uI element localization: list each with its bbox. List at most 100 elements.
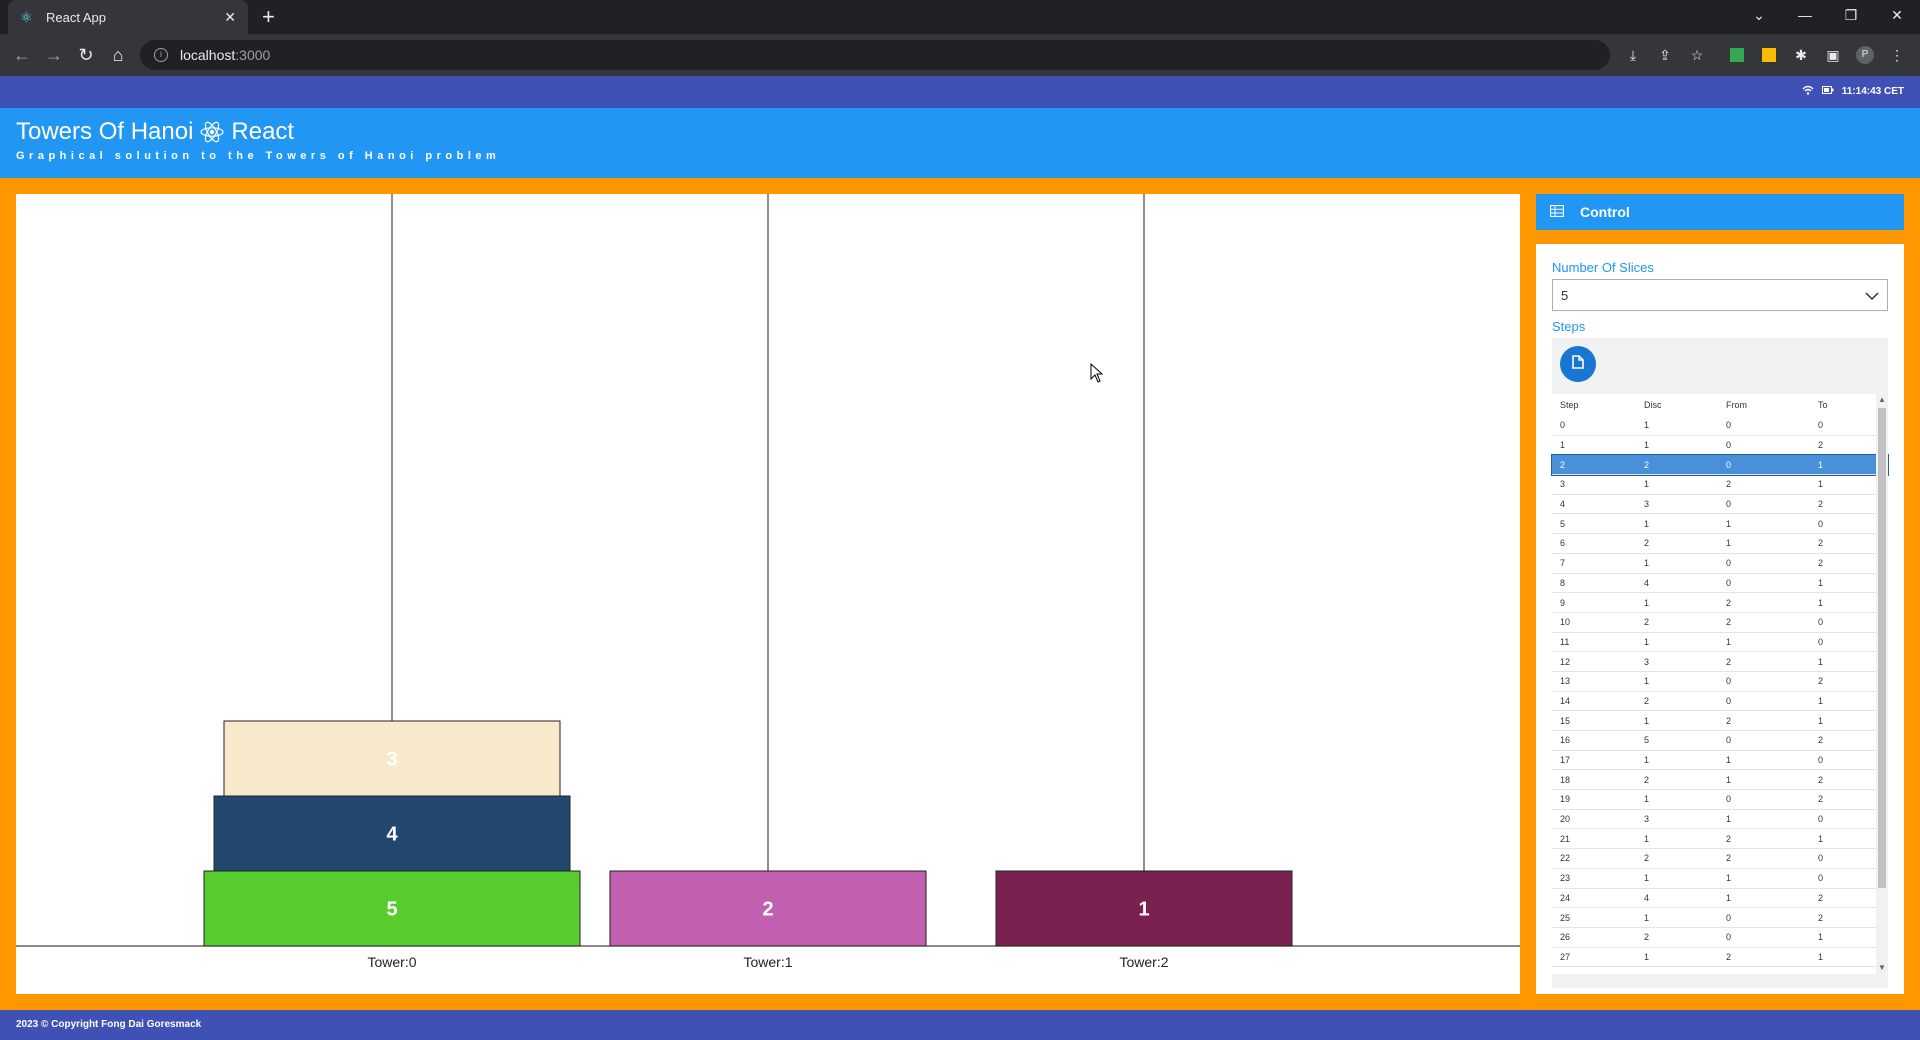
status-area: 11:14:43 CET: [1802, 85, 1904, 98]
table-row[interactable]: 25 1 0 2: [1552, 908, 1888, 928]
table-cell: 1: [1644, 558, 1650, 569]
steps-label: Steps: [1552, 319, 1586, 334]
table-cell: 8: [1560, 577, 1566, 588]
table-cell: 2: [1644, 932, 1650, 943]
table-cell: 1: [1818, 459, 1824, 470]
column-header[interactable]: To: [1810, 400, 1870, 410]
close-window-icon[interactable]: ✕: [1874, 0, 1920, 30]
table-row[interactable]: 4 3 0 2: [1552, 495, 1888, 515]
table-cell: 2: [1644, 538, 1650, 549]
table-row[interactable]: 7 1 0 2: [1552, 554, 1888, 574]
status-time: 11:14:43 CET: [1841, 86, 1904, 97]
footer-copyright: 2023 © Copyright Fong Dai Goresmack: [16, 1019, 202, 1030]
slices-select[interactable]: 5: [1552, 279, 1888, 311]
table-cell: 1: [1644, 518, 1650, 529]
browser-toolbar: ← → ↻ ⌂ i localhost:3000 ⤓ ⇪ ☆ ✱ ▣ P ⋮: [0, 34, 1920, 76]
export-document-button[interactable]: [1560, 346, 1596, 382]
table-cell: 1: [1726, 538, 1732, 549]
table-cell: 1: [1726, 518, 1732, 529]
table-row[interactable]: 16 5 0 2: [1552, 731, 1888, 751]
table-row[interactable]: 21 1 2 1: [1552, 829, 1888, 850]
table-cell: 2: [1644, 459, 1650, 470]
table-cell: 3: [1644, 814, 1650, 825]
table-row[interactable]: 3 1 2 1: [1552, 475, 1888, 495]
table-cell: 19: [1560, 794, 1571, 805]
steps-table-body: 0100110222013121430251106212710284019121…: [1551, 416, 1889, 968]
extension-download-icon[interactable]: [1760, 46, 1778, 64]
column-header[interactable]: Disc: [1636, 400, 1718, 410]
table-row[interactable]: 2 2 0 1: [1551, 454, 1889, 477]
table-grid-icon: [1549, 204, 1565, 220]
table-row[interactable]: 6 2 1 2: [1552, 534, 1888, 554]
table-cell: 2: [1726, 617, 1732, 628]
back-icon[interactable]: ←: [10, 43, 34, 67]
site-info-icon[interactable]: i: [154, 48, 168, 62]
tab-title: React App: [46, 9, 106, 25]
minimize-icon[interactable]: —: [1782, 0, 1828, 30]
table-row[interactable]: 22 2 2 0: [1552, 849, 1888, 869]
wifi-icon: [1802, 85, 1814, 98]
table-row[interactable]: 10 2 2 0: [1552, 613, 1888, 633]
table-row[interactable]: 26 2 0 1: [1552, 928, 1888, 948]
react-logo-icon: [199, 119, 225, 145]
table-cell: 1: [1726, 814, 1732, 825]
tower-label: Tower:1: [743, 954, 792, 970]
scroll-up-icon[interactable]: ▲: [1876, 394, 1888, 406]
restore-icon[interactable]: ❐: [1828, 0, 1874, 30]
table-row[interactable]: 5 1 1 0: [1552, 514, 1888, 535]
install-icon[interactable]: ⤓: [1624, 46, 1642, 64]
browser-menu-icon[interactable]: ⋮: [1888, 46, 1906, 64]
steps-scrollbar[interactable]: ▲ ▼: [1876, 394, 1888, 974]
scroll-thumb[interactable]: [1878, 408, 1886, 888]
column-header[interactable]: Step: [1552, 400, 1636, 410]
table-cell: 3: [1644, 656, 1650, 667]
table-row[interactable]: 19 1 0 2: [1552, 790, 1888, 810]
tower-label: Tower:0: [367, 954, 416, 970]
table-row[interactable]: 27 1 2 1: [1552, 948, 1888, 968]
table-row[interactable]: 13 1 0 2: [1552, 672, 1888, 692]
table-cell: 1: [1818, 656, 1824, 667]
profile-avatar-icon[interactable]: P: [1856, 46, 1874, 64]
scroll-down-icon[interactable]: ▼: [1876, 962, 1888, 974]
table-row[interactable]: 0 1 0 0: [1552, 416, 1888, 436]
forward-icon[interactable]: →: [42, 43, 66, 67]
table-row[interactable]: 20 3 1 0: [1552, 810, 1888, 830]
browser-tab[interactable]: ⚛ React App ✕: [8, 0, 248, 34]
table-cell: 1: [1818, 577, 1824, 588]
table-row[interactable]: 24 4 1 2: [1552, 889, 1888, 909]
close-tab-icon[interactable]: ✕: [224, 9, 236, 26]
table-cell: 3: [1644, 499, 1650, 510]
table-row[interactable]: 8 4 0 1: [1552, 574, 1888, 594]
extension-green-icon[interactable]: [1728, 46, 1746, 64]
share-icon[interactable]: ⇪: [1656, 46, 1674, 64]
table-cell: 2: [1818, 558, 1824, 569]
table-cell: 2: [1818, 794, 1824, 805]
table-cell: 24: [1560, 892, 1571, 903]
reload-icon[interactable]: ↻: [74, 43, 98, 67]
table-row[interactable]: 1 1 0 2: [1552, 436, 1888, 456]
address-bar[interactable]: i localhost:3000: [140, 40, 1610, 70]
table-row[interactable]: 12 3 2 1: [1552, 652, 1888, 672]
table-cell: 17: [1560, 755, 1571, 766]
table-row[interactable]: 17 1 1 0: [1552, 751, 1888, 771]
table-row[interactable]: 11 1 1 0: [1552, 633, 1888, 653]
extensions-puzzle-icon[interactable]: ✱: [1792, 46, 1810, 64]
side-panel-icon[interactable]: ▣: [1824, 46, 1842, 64]
bookmark-star-icon[interactable]: ☆: [1688, 46, 1706, 64]
table-row[interactable]: 23 1 1 0: [1552, 869, 1888, 889]
home-icon[interactable]: ⌂: [106, 43, 130, 67]
table-cell: 27: [1560, 951, 1571, 962]
new-tab-icon[interactable]: +: [262, 5, 275, 29]
table-cell: 0: [1726, 676, 1732, 687]
table-cell: 11: [1560, 636, 1570, 647]
table-row[interactable]: 9 1 2 1: [1552, 593, 1888, 613]
table-cell: 21: [1560, 833, 1571, 844]
table-row[interactable]: 18 2 1 2: [1552, 770, 1888, 791]
table-row[interactable]: 14 2 0 1: [1552, 692, 1888, 712]
column-header[interactable]: From: [1718, 400, 1810, 410]
table-cell: 3: [1560, 479, 1566, 490]
tab-search-icon[interactable]: ⌄: [1736, 0, 1782, 30]
table-row[interactable]: 15 1 2 1: [1552, 711, 1888, 731]
table-cell: 1: [1726, 774, 1732, 785]
table-cell: 0: [1818, 873, 1824, 884]
